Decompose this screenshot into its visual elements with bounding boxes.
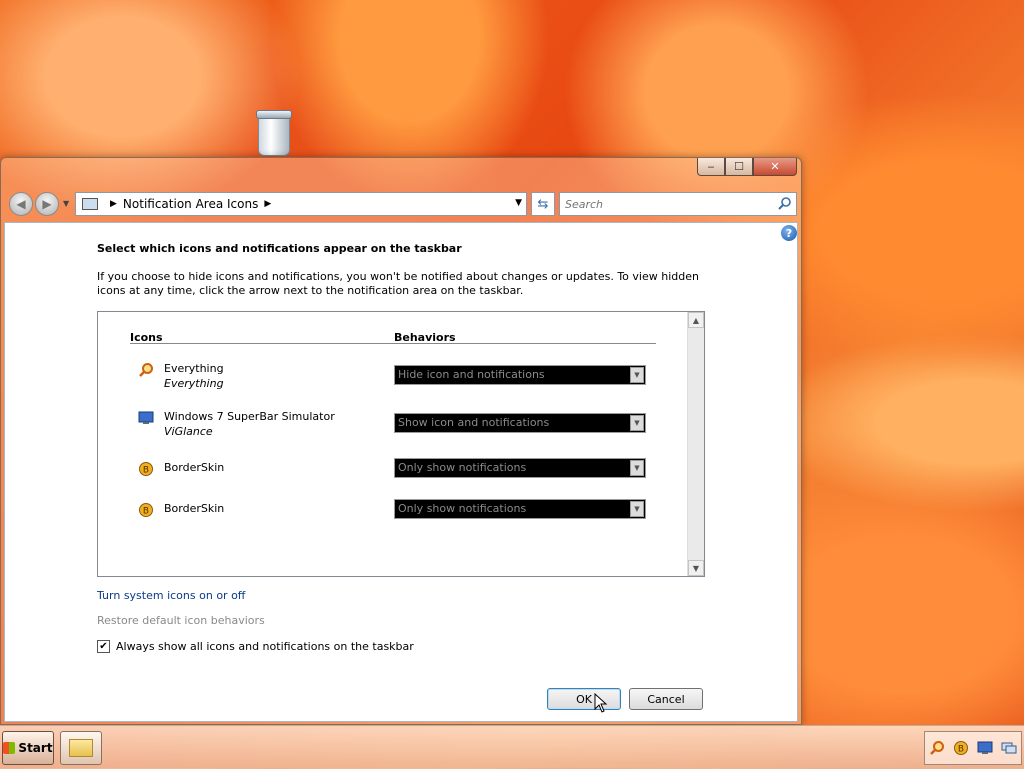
behavior-select[interactable]: Only show notifications ▼ — [394, 458, 646, 478]
list-item-publisher: Everything — [164, 377, 224, 390]
refresh-button[interactable]: ⇆ — [531, 192, 555, 216]
cancel-button[interactable]: Cancel — [629, 688, 703, 710]
chevron-down-icon[interactable]: ▼ — [630, 415, 644, 431]
breadcrumb-separator-icon[interactable]: ▶ — [264, 199, 271, 209]
svg-text:B: B — [143, 507, 149, 517]
chevron-down-icon[interactable]: ▼ — [630, 367, 644, 383]
page-title: Select which icons and notifications app… — [97, 242, 462, 255]
windows-logo-icon — [3, 742, 16, 754]
list-scrollbar[interactable]: ▲ ▼ — [687, 312, 704, 576]
magnifier-icon[interactable] — [929, 740, 945, 756]
help-icon[interactable]: ? — [781, 225, 797, 241]
ok-button[interactable]: OK — [547, 688, 621, 710]
monitor-icon[interactable] — [977, 740, 993, 756]
folder-icon — [69, 739, 93, 757]
list-item-name: Windows 7 SuperBar Simulator — [164, 410, 335, 423]
start-label: Start — [18, 741, 53, 755]
start-button[interactable]: Start — [2, 731, 54, 765]
back-arrow-icon[interactable]: ◀ — [9, 192, 33, 216]
borderskin-icon: B — [139, 503, 153, 517]
behavior-select[interactable]: Hide icon and notifications ▼ — [394, 365, 646, 385]
taskbar: Start B — [0, 725, 1024, 769]
address-dropdown-icon[interactable]: ▼ — [515, 198, 522, 208]
always-show-checkbox-row[interactable]: ✔ Always show all icons and notification… — [97, 640, 414, 653]
search-input[interactable] — [563, 194, 767, 214]
network-icon[interactable] — [1001, 740, 1017, 756]
scroll-down-icon[interactable]: ▼ — [688, 560, 704, 576]
recycle-bin-lid — [256, 110, 292, 119]
address-bar[interactable]: ▶ Notification Area Icons ▶ ▼ — [75, 192, 527, 216]
recycle-bin-icon[interactable] — [254, 110, 292, 156]
close-button[interactable]: ✕ — [753, 158, 797, 176]
svg-text:B: B — [958, 745, 964, 755]
refresh-icon: ⇆ — [537, 196, 549, 212]
chevron-down-icon[interactable]: ▼ — [630, 501, 644, 517]
mouse-cursor-icon — [594, 693, 608, 713]
magnifier-icon — [139, 363, 153, 377]
chevron-down-icon[interactable]: ▼ — [630, 460, 644, 476]
restore-defaults-link[interactable]: Restore default icon behaviors — [97, 614, 265, 627]
maximize-button[interactable]: ☐ — [725, 158, 753, 176]
search-icon[interactable] — [778, 196, 792, 210]
content-pane: ? Select which icons and notifications a… — [4, 222, 798, 722]
search-box[interactable] — [559, 192, 797, 216]
header-divider — [130, 343, 656, 344]
behavior-select-value: Only show notifications — [398, 461, 527, 474]
breadcrumb-separator-icon[interactable]: ▶ — [110, 199, 117, 209]
list-item-publisher: ViGlance — [164, 425, 213, 438]
borderskin-icon[interactable]: B — [953, 740, 969, 756]
control-panel-icon — [82, 198, 98, 210]
list-item-name: BorderSkin — [164, 502, 225, 515]
behavior-select-value: Hide icon and notifications — [398, 368, 545, 381]
list-item-name: Everything — [164, 362, 224, 375]
notification-tray: B — [924, 731, 1022, 765]
monitor-icon — [138, 411, 154, 424]
behavior-select-value: Only show notifications — [398, 502, 527, 515]
breadcrumb-location[interactable]: Notification Area Icons — [123, 197, 258, 211]
navigation-bar: ◀ ▶ ▼ ▶ Notification Area Icons ▶ ▼ ⇆ — [1, 190, 801, 220]
forward-arrow-icon[interactable]: ▶ — [35, 192, 59, 216]
behavior-select[interactable]: Only show notifications ▼ — [394, 499, 646, 519]
always-show-label[interactable]: Always show all icons and notifications … — [116, 640, 414, 653]
icons-list[interactable]: Icons Behaviors Everything Everything Hi… — [97, 311, 705, 577]
always-show-checkbox[interactable]: ✔ — [97, 640, 110, 653]
recycle-bin-can — [258, 114, 290, 156]
scroll-up-icon[interactable]: ▲ — [688, 312, 704, 328]
behavior-select[interactable]: Show icon and notifications ▼ — [394, 413, 646, 433]
recent-pages-dropdown-icon[interactable]: ▼ — [63, 199, 69, 208]
borderskin-icon: B — [139, 462, 153, 476]
page-description: If you choose to hide icons and notifica… — [97, 270, 699, 297]
list-item-name: BorderSkin — [164, 461, 225, 474]
svg-text:B: B — [143, 466, 149, 476]
behavior-select-value: Show icon and notifications — [398, 416, 550, 429]
taskbar-explorer-button[interactable] — [60, 731, 102, 765]
caption-buttons: ‒ ☐ ✕ — [697, 158, 797, 176]
notification-area-window: ‒ ☐ ✕ ◀ ▶ ▼ ▶ Notification Area Icons ▶ … — [0, 157, 802, 725]
system-icons-link[interactable]: Turn system icons on or off — [97, 589, 245, 602]
minimize-button[interactable]: ‒ — [697, 158, 725, 176]
